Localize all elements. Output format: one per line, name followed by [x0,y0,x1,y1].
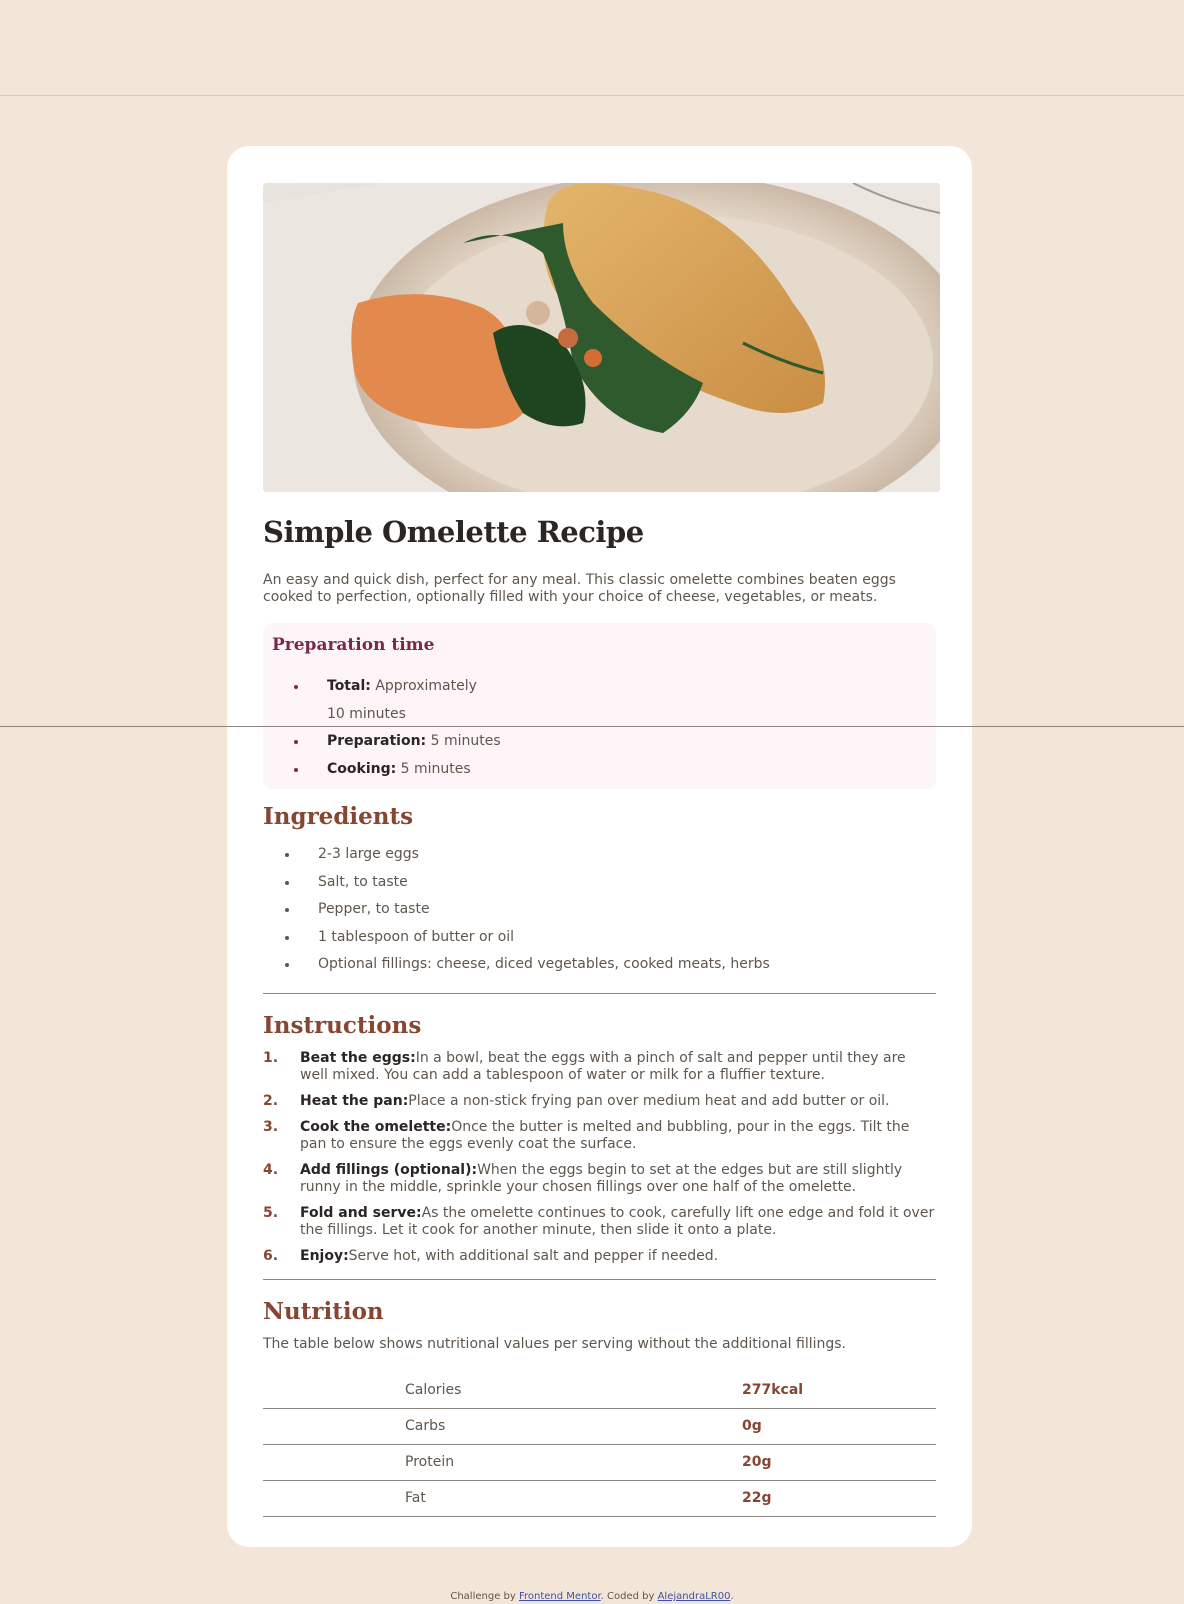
table-row: Protein 20g [263,1444,936,1481]
ingredients-heading: Ingredients [263,803,414,830]
prep-item-label: Total: [327,678,371,694]
list-item: 2-3 large eggs [263,841,936,869]
prep-item-value: 5 minutes [430,733,501,749]
step-number: 2. [263,1092,279,1109]
instructions-section: Instructions 1. Beat the eggs:In a bowl,… [263,1012,936,1265]
list-item: 4. Add fillings (optional):When the eggs… [263,1162,936,1196]
recipe-card: Simple Omelette Recipe An easy and quick… [227,146,972,1547]
section-divider [263,1278,936,1280]
preparation-time-list: Total: Approximately 10 minutes Preparat… [263,673,501,783]
section-divider [263,992,936,994]
table-row: Fat 22g [263,1480,936,1517]
omelette-image [263,183,940,492]
step-text: Place a non-stick frying pan over medium… [408,1092,890,1109]
preparation-time-box: Preparation time Total: Approximately 10… [263,623,936,789]
header-divider [0,95,1184,96]
recipe-content: Simple Omelette Recipe An easy and quick… [263,183,940,1517]
nutrient-name: Protein [263,1444,742,1481]
nutrient-value: 22g [742,1480,936,1517]
nutrient-value: 277kcal [742,1372,936,1409]
prep-item-label: Preparation: [327,733,427,749]
list-item: Optional fillings: cheese, diced vegetab… [263,951,936,979]
preparation-time-heading: Preparation time [272,635,435,655]
ingredients-list: 2-3 large eggs Salt, to taste Pepper, to… [263,841,936,979]
nutrition-table: Calories 277kcal Carbs 0g Protein 20g Fa… [263,1372,936,1517]
list-item: 3. Cook the omelette:Once the butter is … [263,1119,936,1153]
list-item: 6. Enjoy:Serve hot, with additional salt… [263,1248,936,1265]
omelette-photo [263,183,940,492]
nutrient-value: 0g [742,1408,936,1445]
step-number: 1. [263,1049,279,1066]
list-item: 5. Fold and serve:As the omelette contin… [263,1205,936,1239]
footer-prefix: Challenge by [450,1591,519,1602]
step-label: Enjoy: [300,1247,349,1264]
step-number: 3. [263,1118,279,1135]
nutrition-section: Nutrition The table below shows nutritio… [263,1298,936,1517]
table-row: Carbs 0g [263,1408,936,1445]
footer-suffix: . [730,1591,734,1602]
recipe-intro: An easy and quick dish, perfect for any … [263,572,896,605]
step-label: Add fillings (optional): [300,1161,478,1178]
author-link[interactable]: AlejandraLR00 [658,1591,731,1602]
step-number: 6. [263,1247,279,1264]
table-row: Calories 277kcal [263,1372,936,1409]
ingredients-section: Ingredients 2-3 large eggs Salt, to tast… [263,803,936,979]
list-item: Pepper, to taste [263,896,936,924]
step-label: Beat the eggs: [300,1049,416,1066]
recipe-title: Simple Omelette Recipe [263,515,644,549]
list-item: Preparation: 5 minutes [263,728,501,756]
nutrient-name: Carbs [263,1408,742,1445]
list-item: Total: Approximately 10 minutes [263,673,501,728]
step-number: 5. [263,1204,279,1221]
step-text: Serve hot, with additional salt and pepp… [348,1247,719,1264]
step-label: Fold and serve: [300,1204,422,1221]
nutrition-heading: Nutrition [263,1297,384,1325]
list-item: Cooking: 5 minutes [263,756,501,784]
step-number: 4. [263,1161,279,1178]
list-item: 2. Heat the pan:Place a non-stick frying… [263,1093,936,1110]
step-label: Cook the omelette: [300,1118,452,1135]
instructions-heading: Instructions [263,1011,422,1039]
nutrition-description: The table below shows nutritional values… [263,1335,847,1352]
nutrient-value: 20g [742,1444,936,1481]
step-label: Heat the pan: [300,1092,409,1109]
attribution-footer: Challenge by Frontend Mentor. Coded by A… [0,1591,1184,1602]
nutrient-name: Fat [263,1480,742,1517]
list-item: 1 tablespoon of butter or oil [263,924,936,952]
instructions-list: 1. Beat the eggs:In a bowl, beat the egg… [263,1050,936,1265]
prep-item-label: Cooking: [327,760,397,777]
frontend-mentor-link[interactable]: Frontend Mentor [519,1591,601,1602]
footer-middle: . Coded by [600,1591,658,1602]
prep-item-value: 5 minutes [400,760,471,777]
viewport-divider [0,726,1184,727]
list-item: Salt, to taste [263,869,936,897]
list-item: 1. Beat the eggs:In a bowl, beat the egg… [263,1050,936,1084]
nutrient-name: Calories [263,1372,742,1409]
